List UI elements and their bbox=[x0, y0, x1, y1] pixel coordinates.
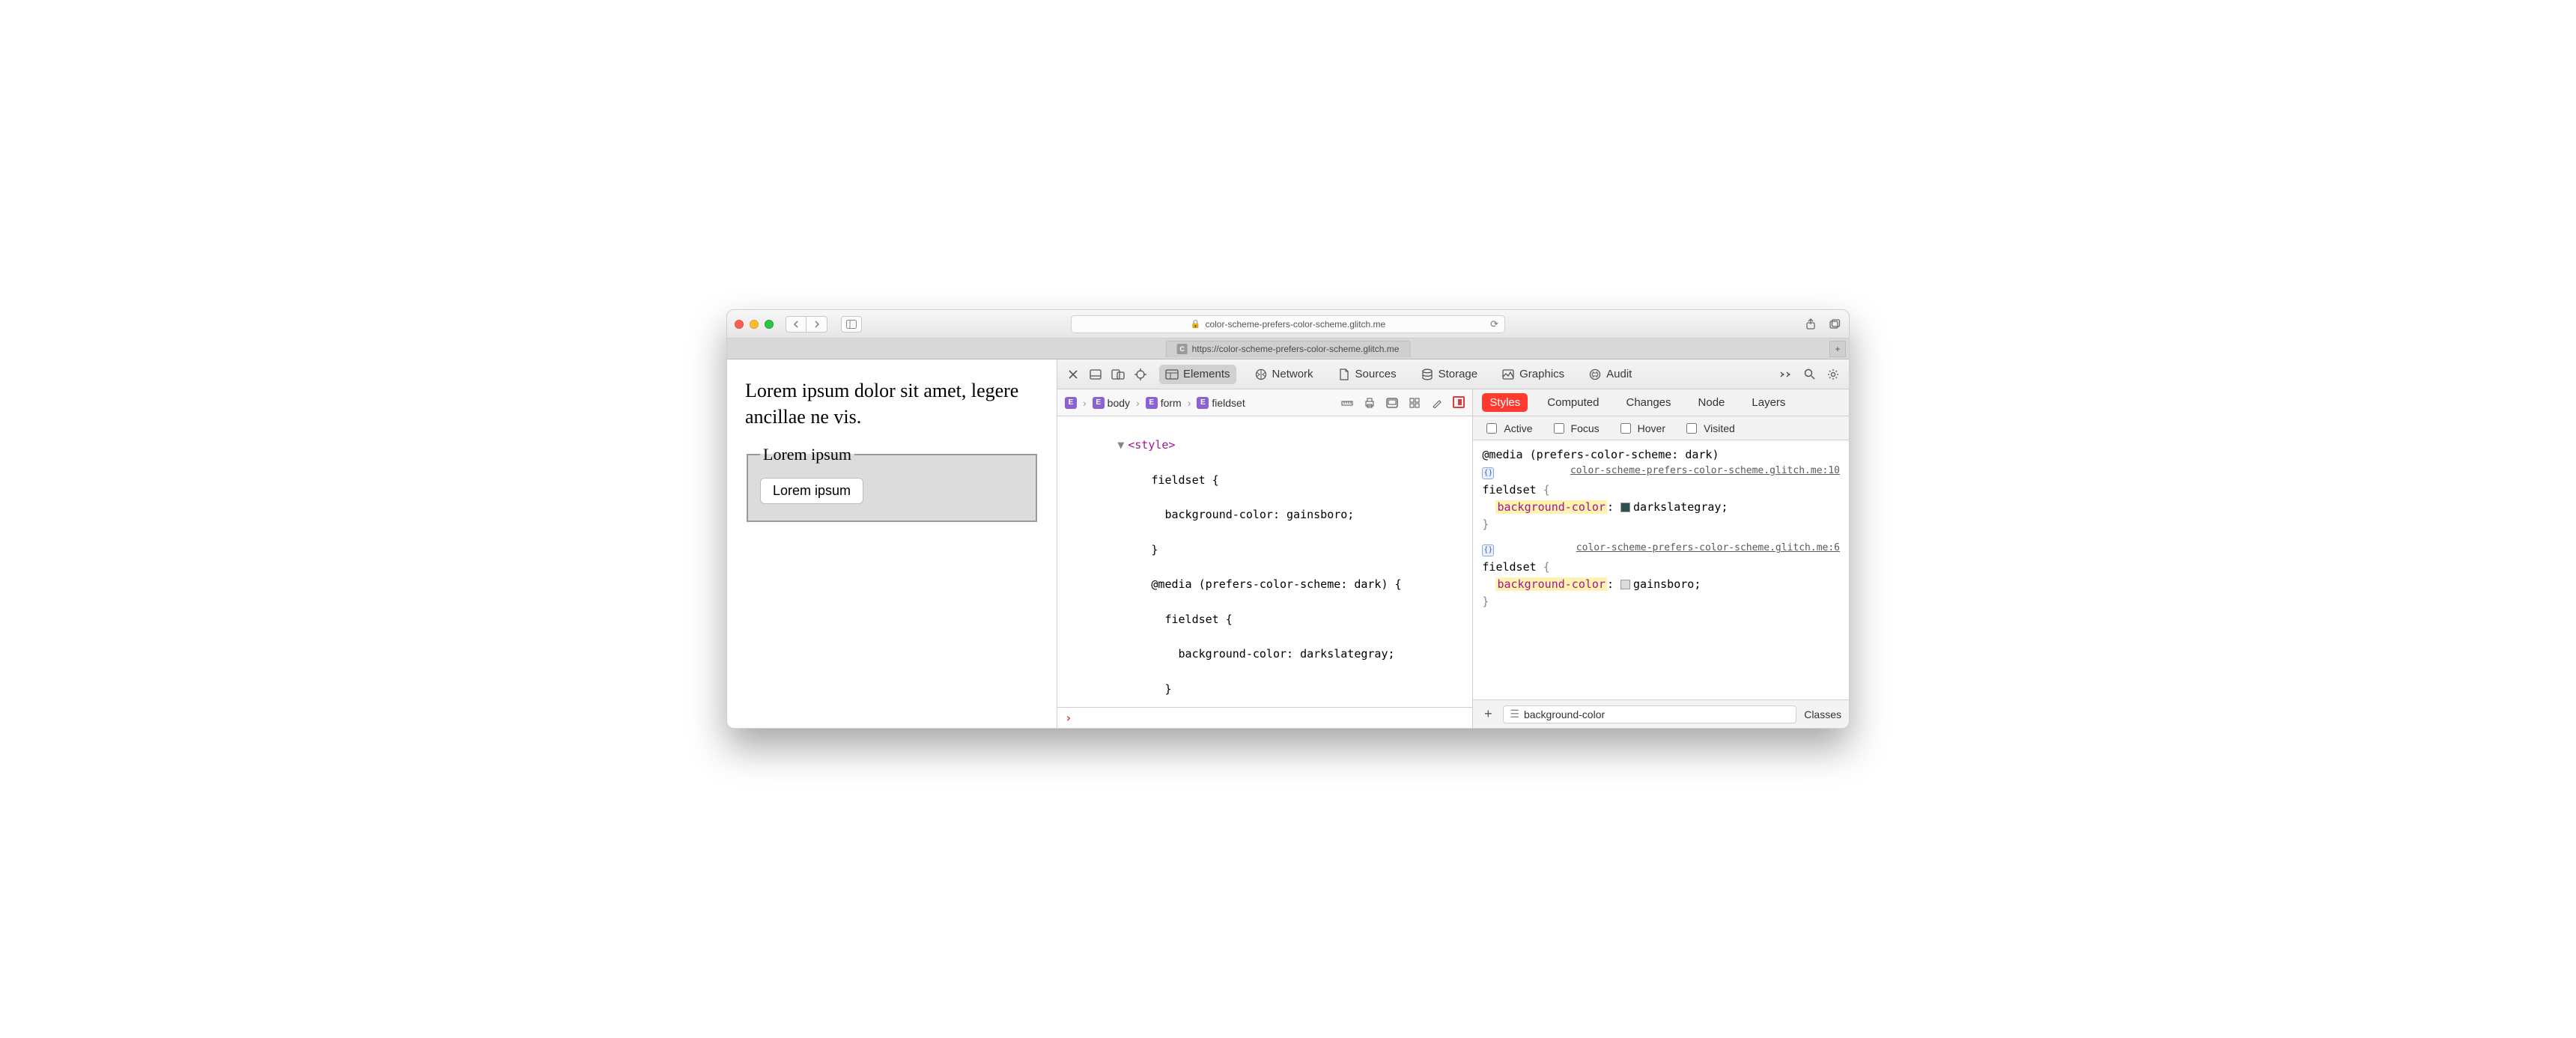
tab-strip: C https://color-scheme-prefers-color-sch… bbox=[727, 339, 1849, 359]
search-button[interactable] bbox=[1802, 368, 1816, 381]
dock-bottom-icon[interactable] bbox=[1089, 368, 1102, 381]
filter-icon: ☰ bbox=[1510, 708, 1519, 720]
tab-graphics-label: Graphics bbox=[1519, 368, 1564, 380]
tab-storage-label: Storage bbox=[1439, 368, 1478, 380]
tab-graphics[interactable]: Graphics bbox=[1495, 365, 1570, 384]
pseudo-class-bar: Active Focus Hover Visited bbox=[1473, 416, 1849, 440]
new-tab-button[interactable]: + bbox=[1829, 341, 1846, 357]
styles-tab-styles[interactable]: Styles bbox=[1482, 393, 1528, 412]
tab-elements[interactable]: Elements bbox=[1159, 365, 1236, 384]
paint-icon[interactable] bbox=[1430, 396, 1444, 410]
tab-sources-label: Sources bbox=[1355, 368, 1397, 380]
titlebar: 🔒 color-scheme-prefers-color-scheme.glit… bbox=[727, 310, 1849, 339]
page-legend: Lorem ipsum bbox=[760, 445, 854, 464]
styles-tab-node[interactable]: Node bbox=[1691, 393, 1733, 412]
tab-elements-label: Elements bbox=[1183, 368, 1230, 380]
elements-panel: E › Ebody › Eform › Efieldset bbox=[1057, 389, 1473, 728]
rule-source-icon: {} bbox=[1482, 544, 1494, 556]
tab-audit[interactable]: Audit bbox=[1582, 365, 1638, 384]
sources-icon bbox=[1337, 368, 1351, 381]
breadcrumb-fieldset[interactable]: Efieldset bbox=[1197, 397, 1245, 409]
console-bar[interactable]: › bbox=[1057, 707, 1472, 728]
pseudo-active[interactable]: Active bbox=[1483, 421, 1532, 436]
tab-sources[interactable]: Sources bbox=[1331, 365, 1403, 384]
tab-storage[interactable]: Storage bbox=[1415, 365, 1484, 384]
dom-tree[interactable]: ▼<style> fieldset { background-color: ga… bbox=[1057, 416, 1472, 707]
styles-filter-bar: + ☰ background-color Classes bbox=[1473, 699, 1849, 728]
styles-tab-computed[interactable]: Computed bbox=[1540, 393, 1606, 412]
devtools: Elements Network Sources Storage bbox=[1057, 359, 1849, 728]
tab-network[interactable]: Network bbox=[1248, 365, 1319, 384]
styles-tab-layers[interactable]: Layers bbox=[1744, 393, 1793, 412]
back-button[interactable] bbox=[786, 316, 806, 333]
styles-tab-changes[interactable]: Changes bbox=[1618, 393, 1678, 412]
address-bar[interactable]: 🔒 color-scheme-prefers-color-scheme.glit… bbox=[1071, 315, 1505, 333]
window-controls bbox=[735, 320, 774, 329]
tabs-overview-button[interactable] bbox=[1828, 318, 1841, 331]
print-styles-icon[interactable] bbox=[1363, 396, 1376, 410]
page-paragraph: Lorem ipsum dolor sit amet, legere ancil… bbox=[745, 377, 1039, 430]
rule-source-icon: {} bbox=[1482, 467, 1494, 479]
rule-source-link-1[interactable]: color-scheme-prefers-color-scheme.glitch… bbox=[1570, 464, 1840, 479]
content-area: Lorem ipsum dolor sit amet, legere ancil… bbox=[727, 359, 1849, 728]
tab-audit-label: Audit bbox=[1606, 368, 1632, 380]
close-devtools-button[interactable] bbox=[1066, 368, 1080, 381]
favicon-icon: C bbox=[1177, 344, 1188, 354]
tab-title: https://color-scheme-prefers-color-schem… bbox=[1192, 344, 1400, 354]
elements-icon bbox=[1165, 368, 1179, 381]
pseudo-hover[interactable]: Hover bbox=[1617, 421, 1665, 436]
pseudo-focus[interactable]: Focus bbox=[1551, 421, 1600, 436]
page-fieldset: Lorem ipsum Lorem ipsum bbox=[747, 445, 1037, 522]
nav-buttons bbox=[786, 316, 827, 333]
zoom-window-button[interactable] bbox=[765, 320, 774, 329]
grid-icon[interactable] bbox=[1408, 396, 1421, 410]
page-button[interactable]: Lorem ipsum bbox=[760, 478, 863, 504]
browser-tab[interactable]: C https://color-scheme-prefers-color-sch… bbox=[1166, 341, 1411, 357]
breadcrumb-bar: E › Ebody › Eform › Efieldset bbox=[1057, 389, 1472, 416]
dock-side-icon[interactable] bbox=[1111, 368, 1125, 381]
ruler-icon[interactable] bbox=[1340, 396, 1354, 410]
network-icon bbox=[1254, 368, 1268, 381]
classes-button[interactable]: Classes bbox=[1804, 708, 1841, 720]
url-text: color-scheme-prefers-color-scheme.glitch… bbox=[1205, 319, 1385, 330]
browser-window: 🔒 color-scheme-prefers-color-scheme.glit… bbox=[726, 309, 1850, 729]
new-rule-button[interactable]: + bbox=[1480, 707, 1495, 722]
styles-filter-input[interactable]: ☰ background-color bbox=[1503, 705, 1796, 723]
lock-icon: 🔒 bbox=[1191, 319, 1201, 329]
breadcrumb-form[interactable]: Eform bbox=[1146, 397, 1182, 409]
style-rules[interactable]: @media (prefers-color-scheme: dark) {} co… bbox=[1473, 440, 1849, 699]
color-swatch-darkslategray[interactable] bbox=[1620, 503, 1630, 512]
breadcrumb-body[interactable]: Ebody bbox=[1093, 397, 1130, 409]
compositing-icon[interactable] bbox=[1453, 396, 1465, 408]
close-window-button[interactable] bbox=[735, 320, 744, 329]
target-icon[interactable] bbox=[1134, 368, 1147, 381]
pseudo-visited[interactable]: Visited bbox=[1683, 421, 1735, 436]
audit-icon bbox=[1588, 368, 1602, 381]
graphics-icon bbox=[1501, 368, 1515, 381]
styles-tabs: Styles Computed Changes Node Layers bbox=[1473, 389, 1849, 416]
devtools-toolbar: Elements Network Sources Storage bbox=[1057, 359, 1849, 389]
sidebar-toggle-button[interactable] bbox=[841, 316, 862, 333]
styles-panel: Styles Computed Changes Node Layers Acti… bbox=[1473, 389, 1849, 728]
tab-network-label: Network bbox=[1272, 368, 1313, 380]
share-button[interactable] bbox=[1804, 318, 1817, 331]
storage-icon bbox=[1421, 368, 1434, 381]
color-swatch-gainsboro[interactable] bbox=[1620, 580, 1630, 589]
rendered-page: Lorem ipsum dolor sit amet, legere ancil… bbox=[727, 359, 1057, 728]
settings-button[interactable] bbox=[1826, 368, 1840, 381]
reload-button[interactable]: ⟳ bbox=[1490, 318, 1498, 330]
more-tabs-button[interactable] bbox=[1778, 368, 1792, 381]
minimize-window-button[interactable] bbox=[750, 320, 759, 329]
media-rule-text: @media (prefers-color-scheme: dark) bbox=[1482, 448, 1719, 461]
breadcrumb-root[interactable]: E bbox=[1065, 397, 1077, 409]
device-icon[interactable] bbox=[1385, 396, 1399, 410]
console-prompt-icon: › bbox=[1065, 711, 1072, 725]
rule-source-link-2[interactable]: color-scheme-prefers-color-scheme.glitch… bbox=[1576, 541, 1840, 556]
forward-button[interactable] bbox=[806, 316, 827, 333]
